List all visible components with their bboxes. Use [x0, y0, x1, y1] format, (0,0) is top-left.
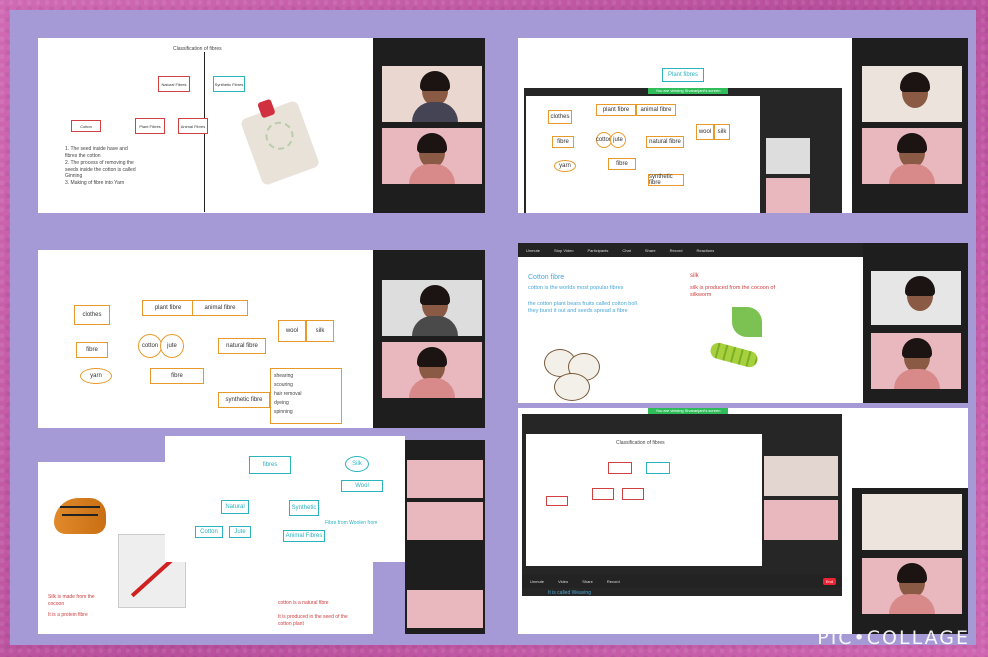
overlay-fibre-tree: fibres Natural Synthetic Cotton Jute Ani…	[165, 436, 405, 562]
node-synthetic-fibre: synthetic fibre	[218, 392, 270, 408]
panel-cotton-silk: Unmute Stop Video Participants Chat Share Rec…	[518, 243, 968, 403]
tag-sticker-icon	[239, 98, 321, 187]
cotton-footnote-1: cotton is a natural fibre	[278, 600, 329, 606]
node-plant-fibre: plant fibre	[142, 300, 194, 316]
node-animal: Animal Fibres	[178, 118, 208, 134]
node-animal-fibre: animal fibre	[636, 104, 676, 116]
node-fibre: fibre	[76, 342, 108, 358]
node-natural-fibre: natural fibre	[218, 338, 266, 354]
teacher-video	[382, 342, 482, 398]
panel-fibre-map: clothes plant fibre animal fibre fibre c…	[38, 250, 373, 428]
note-2: 2. The process of removing the seeds ins…	[65, 160, 136, 179]
node-clothes: clothes	[74, 305, 110, 325]
node-jute: jute	[610, 132, 626, 148]
silkworm-icon	[708, 341, 760, 369]
node-natural-fibre: natural fibre	[646, 136, 684, 148]
node-natural: Natural	[221, 500, 249, 514]
node-cotton: Cotton	[195, 526, 223, 538]
node-animal-fibre: animal fibre	[192, 300, 248, 316]
zoom-toolbar[interactable]: Unmute Video Share Record End	[522, 574, 842, 588]
silk-heading: silk	[690, 273, 699, 279]
node-plant-fibre: plant fibre	[596, 104, 636, 116]
node-silk: silk	[306, 320, 334, 342]
node-plant: Plant Fibres	[135, 118, 165, 134]
silk-footnote-1: Silk is made from the cocoon	[48, 594, 95, 607]
node-cotton: cotton	[138, 334, 162, 358]
list-item: hair removal	[274, 391, 302, 397]
participant-video	[862, 494, 962, 550]
teacher-video	[382, 128, 482, 184]
node-jute: jute	[160, 334, 184, 358]
node-synthetic: Synthetic Fibres	[213, 76, 245, 92]
slide-title: Classification of fibres	[616, 440, 665, 446]
participant-video	[407, 460, 483, 498]
panel-zoom-share: Plant fibres You are viewing Sivaranjani…	[518, 38, 968, 213]
participant-video	[871, 271, 961, 325]
teacher-video	[764, 500, 838, 540]
cotton-boll-image	[538, 343, 608, 403]
node-fibre-2: fibre	[150, 368, 204, 384]
note-1: 1. The seed inside have and fibres the c…	[65, 146, 128, 159]
tiger-image	[54, 498, 106, 534]
screen-share-banner: You are viewing Sivaranjani's screen	[648, 88, 728, 94]
node-wool: wool	[278, 320, 306, 342]
node-jute: Jute	[229, 526, 251, 538]
node-silk: Silk	[345, 456, 369, 472]
participant-video	[407, 590, 483, 628]
node-wool: Wool	[341, 480, 383, 492]
cotton-body-2: the cotton plant bears fruits called cot…	[528, 301, 637, 315]
list-item: dyeing	[274, 400, 289, 406]
node-fibre: fibre	[552, 136, 574, 148]
node-fibres: fibres	[249, 456, 291, 474]
node-clothes: clothes	[548, 110, 572, 124]
node-yarn: yarn	[554, 160, 576, 172]
overlay-extra: Fibre from Woolen from	[325, 520, 378, 526]
teacher-video	[871, 333, 961, 389]
note-3: 3. Making of fibre into Yarn	[65, 180, 125, 186]
teacher-video	[862, 558, 962, 614]
silk-footnote-2: It is a protein fibre	[48, 612, 88, 618]
participant-video	[862, 66, 962, 122]
panel-classification-slide: Classification of fibres Natural Fibres …	[38, 38, 373, 213]
node-yarn: yarn	[80, 368, 112, 384]
leaf-icon	[732, 307, 762, 337]
node-cotton: Cotton	[71, 120, 101, 132]
teacher-video	[766, 178, 810, 213]
node-wool: wool	[696, 124, 714, 140]
node-silk: silk	[714, 124, 730, 140]
node-natural: Natural Fibres	[158, 76, 190, 92]
plant-fibres-label: Plant fibres	[662, 68, 704, 82]
panel1-video-strip	[373, 38, 485, 213]
node-synthetic: Synthetic	[289, 500, 319, 516]
participant-video	[382, 66, 482, 122]
participant-video	[766, 138, 810, 174]
silk-note: silk is produced from the cocoon of silk…	[690, 285, 775, 299]
panel-zoom-classification: You are viewing Sivaranjani's screen Cla…	[518, 408, 968, 634]
cotton-footnote-2: It is produced in the seed of the cotton…	[278, 614, 348, 627]
teacher-video	[407, 502, 483, 540]
slide-title: Classification of fibres	[173, 46, 222, 52]
node-animal: Animal Fibres	[283, 530, 325, 542]
list-item: spinning	[274, 409, 293, 415]
panel3-video-strip	[373, 250, 485, 428]
cotton-heading: Cotton fibre	[528, 274, 565, 281]
teacher-video	[862, 128, 962, 184]
panel5-video-strip	[405, 440, 485, 634]
participant-video	[764, 456, 838, 496]
node-synthetic-fibre: synthetic fibre	[648, 174, 684, 186]
watermark-logo: PIC•COLLAGE	[817, 627, 970, 649]
participant-video	[382, 280, 482, 336]
list-item: shearing	[274, 373, 294, 379]
list-item: scouring	[274, 382, 293, 388]
cotton-body-1: cotton is the worlds most popular fibres	[528, 285, 624, 291]
node-fibre-2: fibre	[608, 158, 636, 170]
weaving-note: It is called Weaving	[548, 590, 591, 596]
